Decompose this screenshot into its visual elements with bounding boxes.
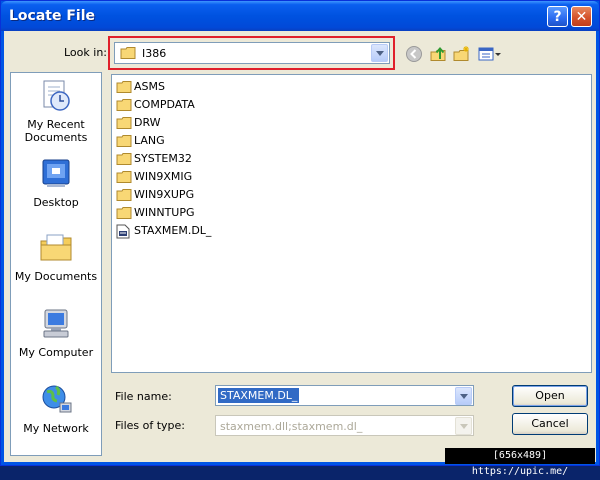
- watermark: [656x489] https://upic.me/: [445, 448, 595, 477]
- file-icon: [116, 224, 130, 242]
- files-of-type-value: staxmem.dll;staxmem.dl_: [220, 420, 363, 433]
- my-computer-icon: [43, 309, 69, 338]
- title-bar[interactable]: Locate File ? ✕: [1, 1, 599, 31]
- file-list[interactable]: ASMS COMPDATA DRW LANG SYSTEM32 WIN9XMIG: [111, 74, 592, 373]
- folder-icon: [116, 116, 132, 133]
- help-button[interactable]: ?: [547, 6, 568, 27]
- file-name: DRW: [134, 116, 161, 129]
- file-name-input[interactable]: STAXMEM.DL_: [215, 385, 474, 406]
- highlight-box: [108, 36, 395, 70]
- file-name: WINNTUPG: [134, 206, 195, 219]
- look-in-label: Look in:: [64, 46, 107, 59]
- desktop-icon: [42, 159, 70, 187]
- place-my-documents[interactable]: My Documents: [11, 231, 101, 283]
- place-desktop[interactable]: Desktop: [11, 157, 101, 209]
- place-my-computer[interactable]: My Computer: [11, 307, 101, 359]
- folder-icon: [116, 152, 132, 169]
- folder-icon: [116, 188, 132, 205]
- locate-file-dialog: Locate File ? ✕ Look in: I386 My Recent …: [0, 0, 600, 466]
- new-folder-icon[interactable]: [453, 45, 471, 63]
- place-label: My Documents: [14, 270, 98, 283]
- my-documents-icon: [40, 234, 72, 261]
- file-name: LANG: [134, 134, 165, 147]
- place-label: Desktop: [33, 196, 79, 209]
- folder-icon: [116, 206, 132, 223]
- cancel-button[interactable]: Cancel: [512, 413, 588, 435]
- folder-icon: [116, 134, 132, 151]
- dialog-body: Look in: I386 My Recent Documents Deskto…: [4, 31, 596, 462]
- window-title: Locate File: [9, 8, 96, 24]
- file-name: ASMS: [134, 80, 165, 93]
- files-of-type-dropdown-arrow: [455, 417, 472, 435]
- back-icon[interactable]: [405, 45, 423, 63]
- folder-icon: [116, 98, 132, 115]
- place-my-network[interactable]: My Network: [11, 383, 101, 435]
- file-name: WIN9XUPG: [134, 188, 195, 201]
- file-name-value: STAXMEM.DL_: [218, 388, 300, 403]
- place-recent-documents[interactable]: My Recent Documents: [11, 79, 101, 144]
- place-label: My Network: [23, 422, 89, 435]
- file-name-label: File name:: [115, 390, 172, 403]
- files-of-type-label: Files of type:: [115, 419, 186, 432]
- my-network-icon: [42, 385, 72, 413]
- folder-icon: [116, 80, 132, 97]
- open-button[interactable]: Open: [512, 385, 588, 407]
- recent-documents-icon: [43, 80, 70, 111]
- views-menu-icon[interactable]: [478, 45, 502, 63]
- place-label: My Recent Documents: [24, 118, 88, 144]
- folder-icon: [116, 170, 132, 187]
- file-name: WIN9XMIG: [134, 170, 193, 183]
- close-button[interactable]: ✕: [571, 6, 592, 27]
- file-name-dropdown-arrow[interactable]: [455, 387, 472, 405]
- file-name: COMPDATA: [134, 98, 195, 111]
- file-name: SYSTEM32: [134, 152, 192, 165]
- files-of-type-dropdown: staxmem.dll;staxmem.dl_: [215, 415, 474, 436]
- up-one-level-icon[interactable]: [429, 45, 447, 63]
- place-label: My Computer: [18, 346, 94, 359]
- file-name: STAXMEM.DL_: [134, 224, 212, 237]
- places-bar: My Recent Documents Desktop My Documents…: [10, 72, 102, 456]
